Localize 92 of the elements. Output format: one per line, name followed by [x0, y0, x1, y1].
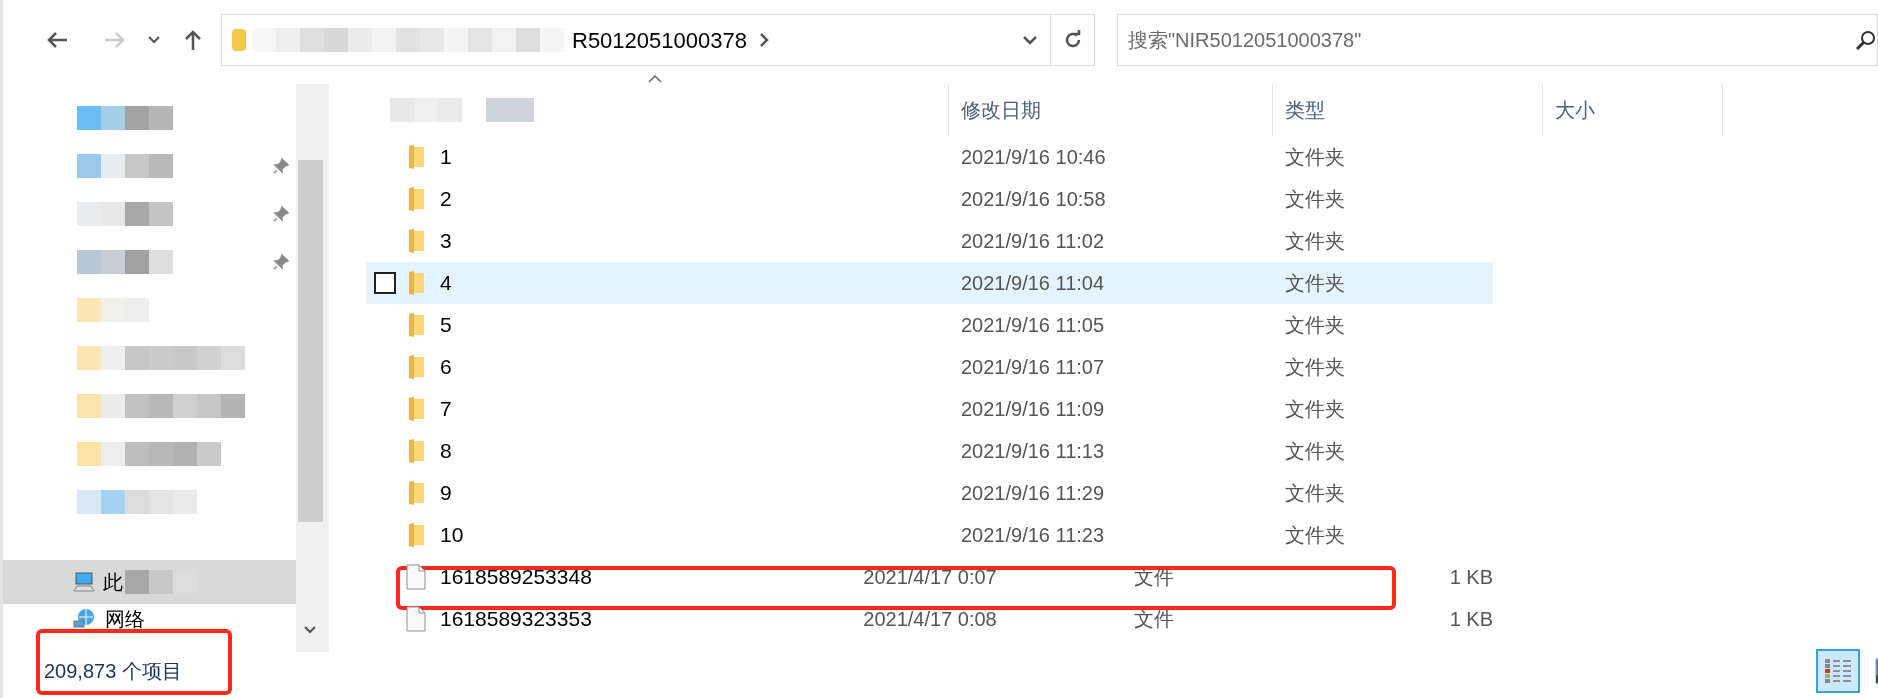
size-cell-text: 1 KB [1448, 607, 1493, 632]
pin-icon [272, 205, 290, 223]
type-cell-text: 文件夹 [1284, 439, 1346, 464]
folder-icon [408, 312, 426, 338]
date-cell-text: 2021/9/16 11:05 [960, 313, 1106, 338]
forward-icon [104, 31, 126, 49]
file-row[interactable]: 7 2021/9/16 11:09 文件夹 [366, 388, 1493, 430]
sidebar-label: 此 [103, 570, 123, 595]
type-cell-text: 文件夹 [1284, 145, 1346, 170]
date-cell-text: 2021/9/16 11:29 [960, 481, 1106, 506]
pixelated-mosaic [77, 298, 149, 322]
item-count: 209,873 个项目 [44, 659, 182, 684]
date-cell-text: 2021/9/16 11:02 [960, 229, 1106, 254]
file-name: 9 [440, 480, 452, 507]
folder-icon [408, 522, 426, 548]
search-field[interactable]: 搜索"NIR5012051000378" [1117, 14, 1878, 66]
file-name: 1618589323353 [440, 606, 592, 633]
file-name: 4 [440, 270, 452, 297]
file-name: 3 [440, 228, 452, 255]
column-header[interactable]: 大小 [1543, 84, 1723, 136]
column-header[interactable]: 类型 [1273, 84, 1543, 136]
file-icon [406, 606, 426, 632]
column-header[interactable]: 修改日期 [949, 84, 1273, 136]
date-cell-text: 2021/9/16 11:07 [960, 355, 1106, 380]
file-name: 1 [440, 144, 452, 171]
up-icon [184, 29, 202, 51]
file-row[interactable]: 1618589253348 2021/4/17 0:07 文件 1 KB [366, 556, 1493, 598]
file-row[interactable]: 1618589323353 2021/4/17 0:08 文件 1 KB [366, 598, 1493, 640]
size-cell-text: 1 KB [1448, 565, 1493, 590]
file-row[interactable]: 8 2021/9/16 11:13 文件夹 [366, 430, 1493, 472]
search-icon [1856, 30, 1876, 50]
address-path: R5012051000378 [572, 26, 747, 55]
file-row[interactable]: 6 2021/9/16 11:07 文件夹 [366, 346, 1493, 388]
date-cell-text: 2021/4/17 0:08 [862, 607, 998, 632]
file-row[interactable]: 4 2021/9/16 11:04 文件夹 [366, 262, 1493, 304]
file-row[interactable]: 5 2021/9/16 11:05 文件夹 [366, 304, 1493, 346]
date-cell-text: 2021/9/16 11:09 [960, 397, 1106, 422]
chevron-down-icon [1023, 35, 1037, 45]
pin-icon [272, 253, 290, 271]
folder-icon [408, 228, 426, 254]
folder-icon [408, 144, 426, 170]
type-cell-text: 文件夹 [1284, 187, 1346, 212]
file-row[interactable]: 1 2021/9/16 10:46 文件夹 [366, 136, 1493, 178]
details-view-icon [1824, 658, 1852, 684]
folder-icon [232, 29, 246, 51]
type-cell-text: 文件夹 [1284, 397, 1346, 422]
type-cell-text: 文件夹 [1284, 229, 1346, 254]
scrollbar[interactable] [296, 84, 329, 652]
file-name: 6 [440, 354, 452, 381]
type-cell-text: 文件 [1133, 607, 1176, 632]
sort-up-icon [648, 75, 662, 83]
pin-icon [272, 157, 290, 175]
file-name: 10 [440, 522, 464, 549]
type-cell-text: 文件夹 [1284, 481, 1346, 506]
chevron-right-icon [758, 33, 769, 47]
dropdown-icon [148, 36, 160, 44]
sidebar-label: 网络 [105, 607, 145, 632]
file-name: 5 [440, 312, 452, 339]
file-name: 2 [440, 186, 452, 213]
computer-icon [73, 572, 95, 592]
file-row[interactable]: 10 2021/9/16 11:23 文件夹 [366, 514, 1493, 556]
file-name: 1618589253348 [440, 564, 592, 591]
file-row[interactable]: 3 2021/9/16 11:02 文件夹 [366, 220, 1493, 262]
folder-icon [408, 396, 426, 422]
back-icon [46, 31, 68, 49]
date-cell-text: 2021/9/16 11:04 [960, 271, 1106, 296]
date-cell-text: 2021/9/16 10:58 [960, 187, 1107, 212]
type-cell-text: 文件 [1133, 565, 1176, 590]
date-cell-text: 2021/9/16 11:13 [960, 439, 1106, 464]
date-cell-text: 2021/9/16 11:23 [960, 523, 1106, 548]
folder-icon [408, 438, 426, 464]
folder-icon [408, 186, 426, 212]
file-row[interactable]: 9 2021/9/16 11:29 文件夹 [366, 472, 1493, 514]
file-row[interactable]: 2 2021/9/16 10:58 文件夹 [366, 178, 1493, 220]
folder-icon [408, 354, 426, 380]
file-icon [406, 564, 426, 590]
address-bar[interactable]: R5012051000378 [221, 14, 1095, 66]
checkbox[interactable] [374, 272, 396, 294]
file-name: 7 [440, 396, 452, 423]
scroll-down-icon[interactable] [304, 626, 316, 634]
sidebar-item[interactable]: 此 [3, 560, 296, 604]
type-cell-text: 文件夹 [1284, 355, 1346, 380]
date-cell-text: 2021/9/16 10:46 [960, 145, 1107, 170]
type-cell-text: 文件夹 [1284, 271, 1346, 296]
type-cell-text: 文件夹 [1284, 313, 1346, 338]
file-name: 8 [440, 438, 452, 465]
date-cell-text: 2021/4/17 0:07 [862, 565, 998, 590]
folder-icon [408, 270, 426, 296]
type-cell-text: 文件夹 [1284, 523, 1346, 548]
globe-icon [73, 608, 97, 630]
folder-icon [408, 480, 426, 506]
sidebar-item[interactable]: 网络 [3, 604, 296, 634]
